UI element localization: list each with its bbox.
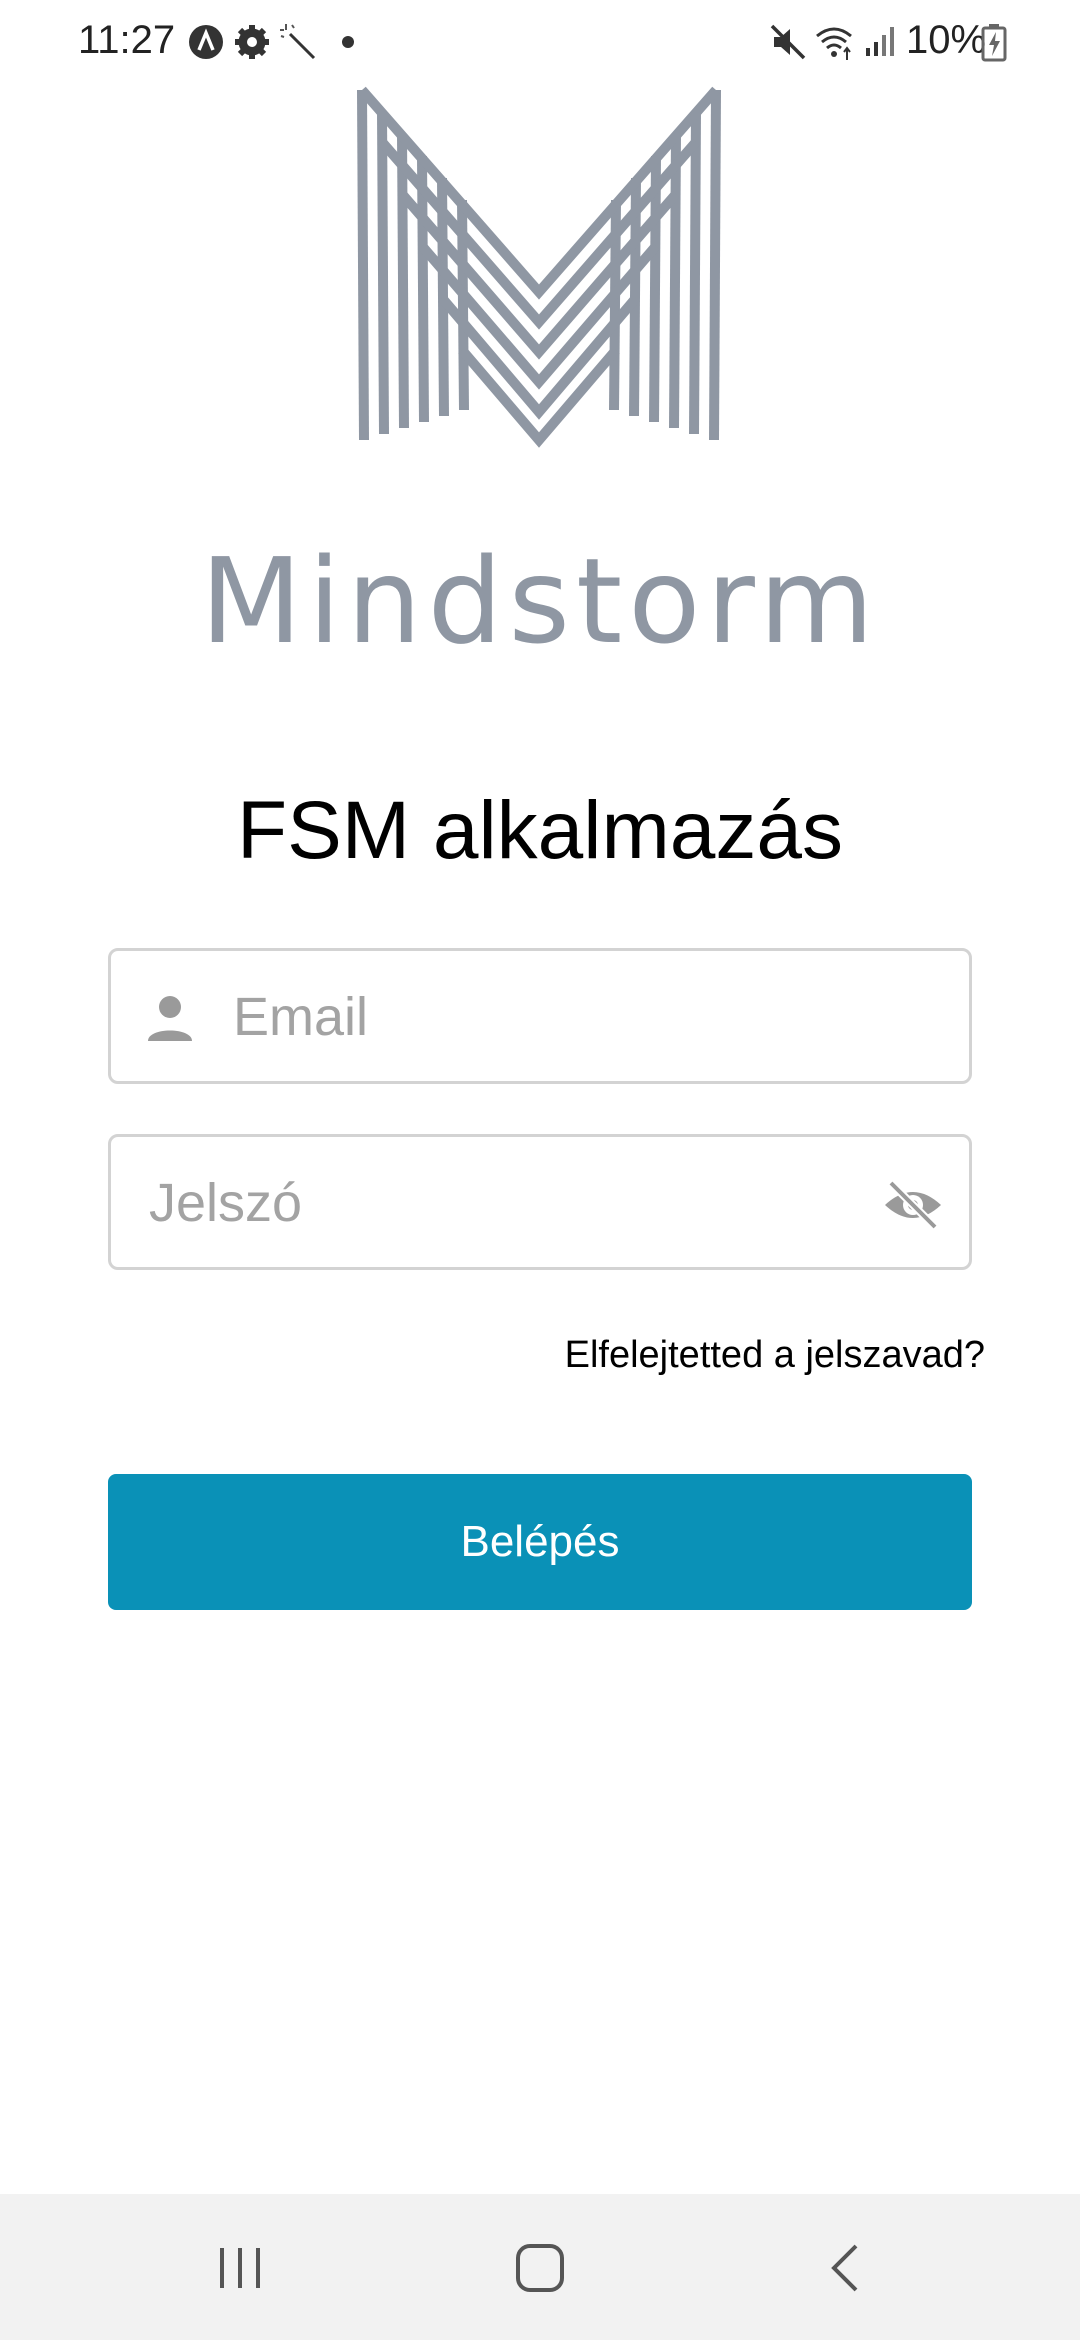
- home-icon[interactable]: [500, 2228, 580, 2308]
- back-icon[interactable]: [806, 2228, 886, 2308]
- login-screen: 11:27 10% Mindstorm FSM alkalmazás Email…: [0, 0, 1080, 2340]
- dot-icon: [342, 36, 354, 48]
- a-badge-icon: [189, 25, 223, 59]
- mindstorm-m-logo-icon: [357, 86, 721, 448]
- system-nav-bar: [0, 2194, 1080, 2340]
- eye-off-icon[interactable]: [883, 1177, 943, 1233]
- login-button[interactable]: Belépés: [108, 1474, 972, 1610]
- status-bar: 11:27 10%: [0, 0, 1080, 84]
- magic-wand-icon: [280, 24, 316, 60]
- wifi-icon: [816, 27, 852, 60]
- gear-icon: [235, 25, 269, 59]
- page-title: FSM alkalmazás: [236, 785, 844, 876]
- password-input[interactable]: [147, 1137, 871, 1269]
- person-icon: [148, 996, 192, 1041]
- email-input[interactable]: [231, 951, 955, 1083]
- battery-percent: 10%: [906, 18, 987, 62]
- signal-icon: [866, 27, 894, 56]
- battery-charging-icon: [981, 24, 1007, 62]
- email-field[interactable]: [108, 948, 972, 1084]
- status-time: 11:27: [78, 18, 176, 62]
- mute-icon: [770, 24, 806, 60]
- recent-apps-icon[interactable]: [200, 2228, 280, 2308]
- password-field[interactable]: [108, 1134, 972, 1270]
- forgot-password-link[interactable]: Elfelejtetted a jelszavad?: [565, 1334, 985, 1377]
- brand-name: Mindstorm: [200, 532, 880, 670]
